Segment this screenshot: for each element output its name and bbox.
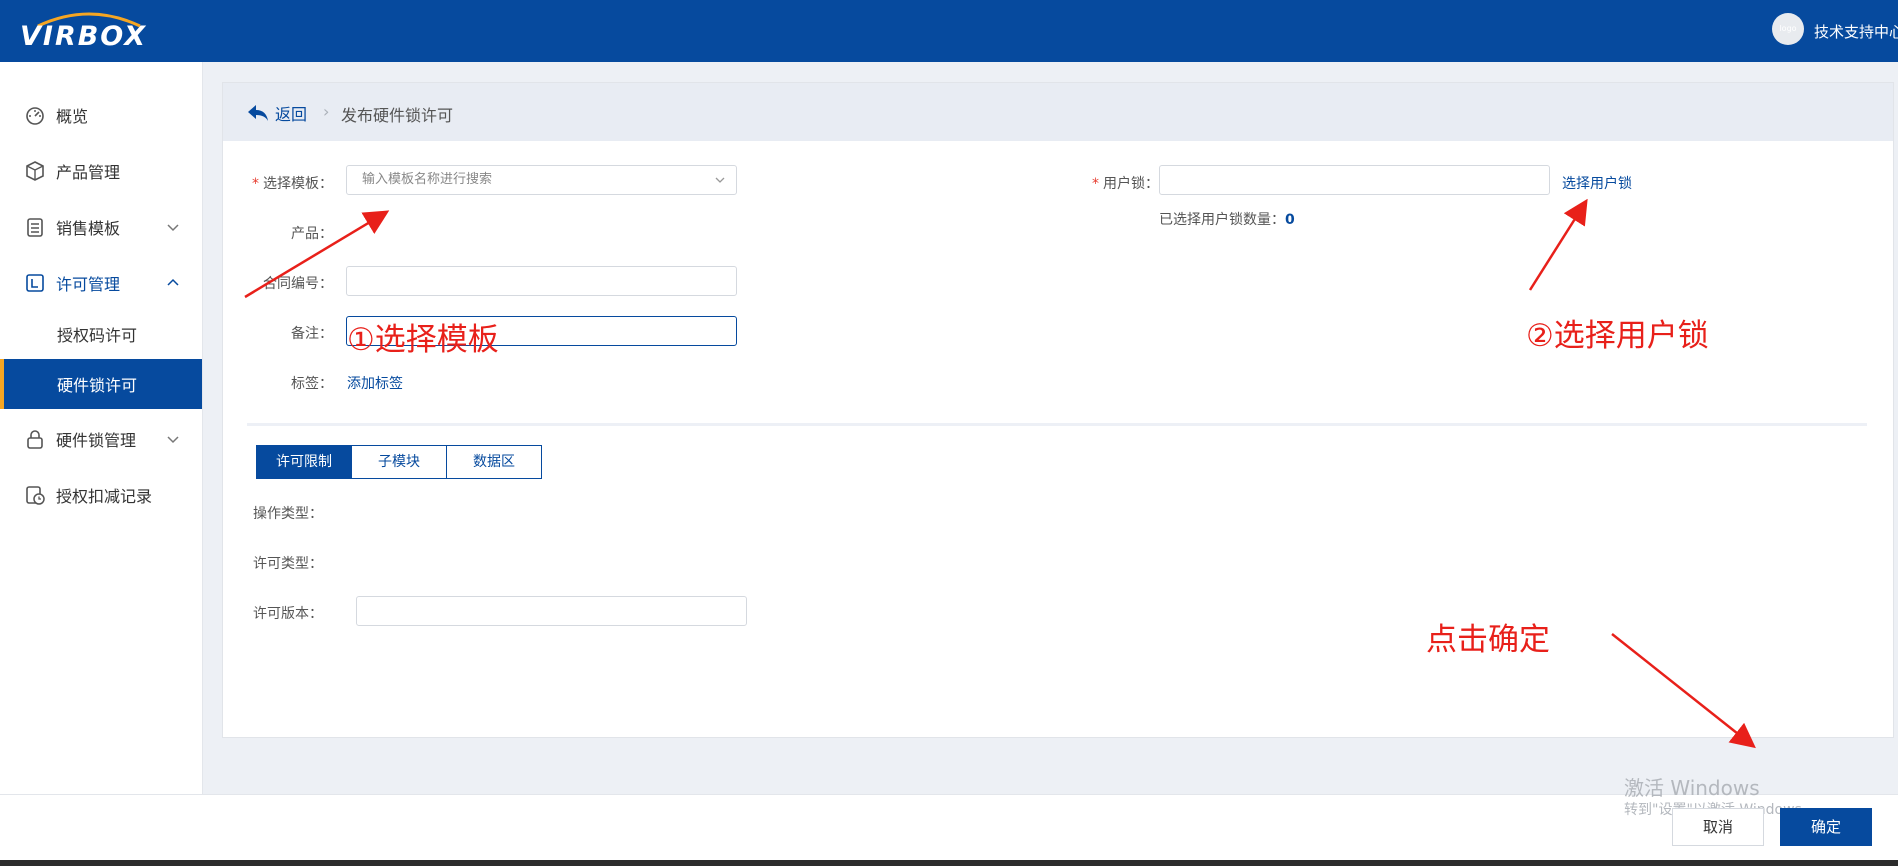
chevron-down-icon (167, 224, 179, 232)
back-arrow-icon (248, 105, 268, 121)
sidebar-item-label: 产品管理 (56, 163, 121, 182)
sidebar-item-label: 授权扣减记录 (56, 487, 153, 506)
template-placeholder: 输入模板名称进行搜索 (362, 172, 493, 187)
sidebar-item-label: 硬件锁管理 (56, 431, 137, 450)
selected-lock-count: 已选择用户锁数量：0 (1159, 212, 1295, 228)
clipboard-icon (27, 218, 43, 237)
template-label: * 选择模板： (252, 176, 333, 192)
chevron-down-icon (715, 177, 725, 183)
annotation-step3: 点击确定 (1426, 622, 1550, 658)
sidebar-item-label: 销售模板 (56, 219, 121, 238)
section-divider (247, 423, 1867, 426)
license-type-label: 许可类型： (253, 556, 323, 572)
chevron-up-icon (167, 278, 179, 286)
sidebar-item-deduction-records[interactable]: 授权扣减记录 (0, 470, 202, 520)
contract-label: 合同编号： (263, 276, 333, 292)
selected-lock-count-value: 0 (1285, 212, 1295, 228)
record-icon (26, 486, 45, 505)
cancel-button[interactable]: 取消 (1672, 808, 1764, 846)
back-button[interactable]: 返回 (247, 101, 307, 125)
sidebar-subitem-authcode-license[interactable]: 授权码许可 (0, 309, 202, 359)
tag-label: 标签： (291, 376, 333, 392)
sidebar-item-label: 硬件锁许可 (57, 376, 138, 395)
main-card: 返回 › 发布硬件锁许可 * 选择模板： 输入模板名称进行搜索 产品： 合同编号：… (222, 82, 1894, 738)
tab-license-limit[interactable]: 许可限制 (256, 445, 352, 479)
dashboard-icon (26, 107, 44, 125)
annotation-step1: ①选择模板 (347, 322, 499, 358)
back-label: 返回 (275, 105, 308, 124)
product-label: 产品： (291, 226, 333, 242)
chevron-down-icon (167, 436, 179, 444)
sidebar-item-label: 许可管理 (56, 275, 121, 294)
operation-type-label: 操作类型： (253, 506, 323, 522)
tab-data-area[interactable]: 数据区 (446, 445, 542, 479)
sidebar-subitem-hardware-license[interactable]: 硬件锁许可 (0, 359, 202, 409)
sidebar-item-label: 授权码许可 (57, 326, 138, 345)
page-title: 发布硬件锁许可 (341, 106, 454, 125)
tab-bar: 许可限制 子模块 数据区 (256, 445, 542, 479)
lock-icon (27, 430, 43, 449)
user-lock-label: * 用户锁： (1092, 176, 1159, 192)
sidebar: 概览 产品管理 销售模板 许可管理 授权码许可 硬件锁许可 硬件锁管理 授权扣减… (0, 62, 203, 794)
logo-text: VIRBOX (20, 21, 148, 52)
breadcrumb-separator: › (323, 102, 330, 121)
sidebar-item-overview[interactable]: 概览 (0, 90, 202, 140)
select-user-lock-link[interactable]: 选择用户锁 (1562, 173, 1632, 193)
license-icon (26, 274, 44, 292)
sidebar-item-products[interactable]: 产品管理 (0, 146, 202, 196)
virbox-logo[interactable]: VIRBOX (20, 10, 175, 52)
sidebar-item-label: 概览 (56, 107, 89, 126)
tab-submodule[interactable]: 子模块 (351, 445, 447, 479)
license-version-input[interactable] (356, 596, 747, 626)
taskbar-strip (0, 860, 1898, 866)
sidebar-item-license[interactable]: 许可管理 (0, 258, 202, 308)
template-select[interactable]: 输入模板名称进行搜索 (346, 165, 737, 195)
sidebar-item-sales-template[interactable]: 销售模板 (0, 202, 202, 252)
top-bar: VIRBOX logo 技术支持中心 (0, 0, 1898, 62)
windows-activation-watermark: 激活 Windows (1624, 776, 1760, 800)
user-name[interactable]: 技术支持中心 (1814, 21, 1898, 42)
cube-icon (26, 161, 44, 181)
annotation-step2: ②选择用户锁 (1526, 318, 1709, 354)
footer-bar (0, 794, 1898, 861)
avatar-text: logo (1779, 24, 1797, 33)
remark-label: 备注： (291, 326, 333, 342)
avatar[interactable]: logo (1772, 13, 1804, 45)
user-lock-input[interactable] (1159, 165, 1550, 195)
license-version-label: 许可版本： (253, 606, 323, 622)
add-tag-link[interactable]: 添加标签 (347, 373, 403, 393)
breadcrumb: 返回 › 发布硬件锁许可 (223, 83, 1893, 141)
sidebar-item-hardware-lock[interactable]: 硬件锁管理 (0, 414, 202, 464)
confirm-button[interactable]: 确定 (1780, 808, 1872, 846)
contract-number-input[interactable] (346, 266, 737, 296)
